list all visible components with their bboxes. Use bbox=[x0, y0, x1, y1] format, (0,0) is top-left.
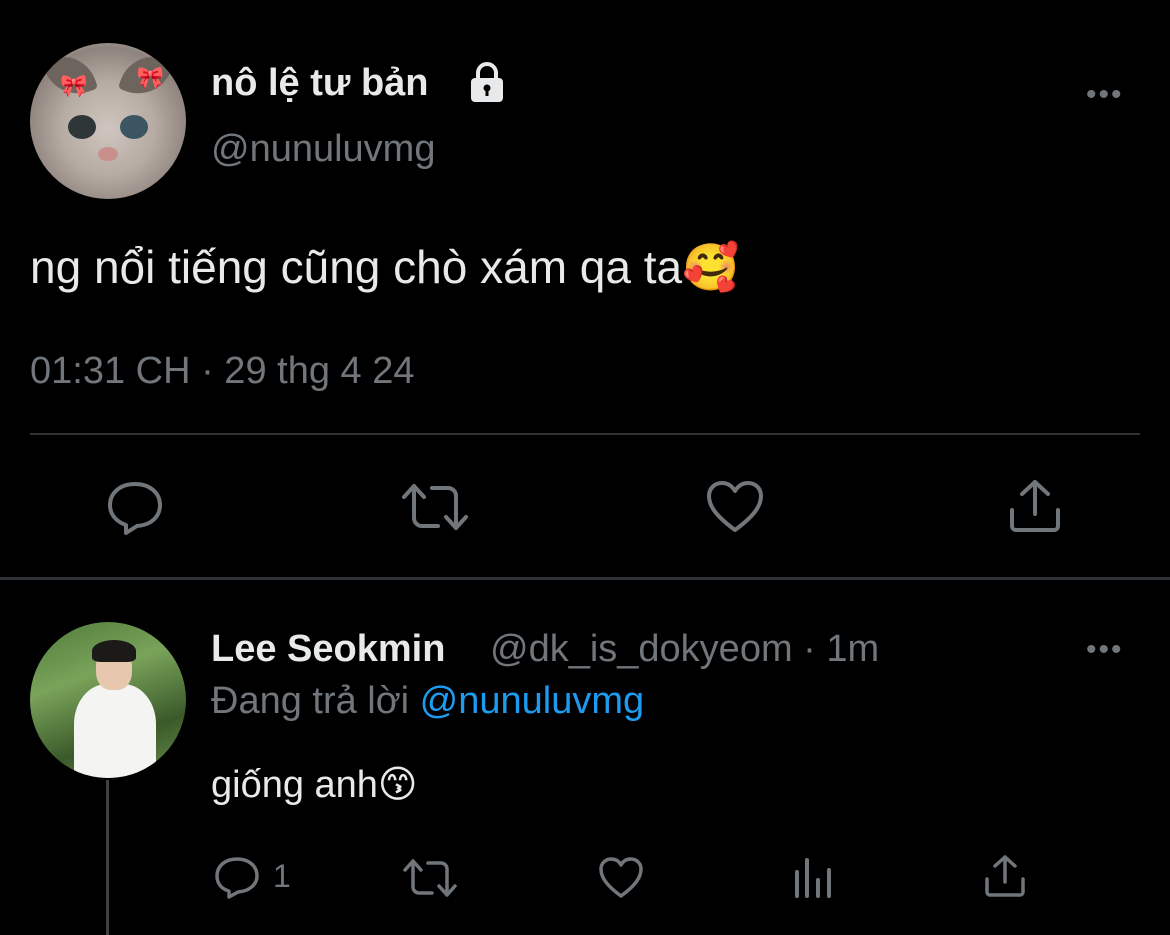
cat-nose bbox=[98, 147, 118, 161]
lock-icon bbox=[471, 62, 503, 102]
replying-mention-link[interactable]: @nunuluvmg bbox=[420, 680, 644, 722]
author-avatar[interactable]: 🎀 🎀 bbox=[30, 43, 186, 199]
like-icon[interactable] bbox=[706, 480, 764, 534]
divider bbox=[30, 433, 1140, 435]
reply-text: giống anh😙 bbox=[211, 764, 418, 806]
analytics-icon[interactable] bbox=[792, 858, 834, 898]
replying-to-line: Đang trả lời @nunuluvmg bbox=[211, 680, 644, 723]
share-icon[interactable] bbox=[1008, 478, 1062, 534]
cat-eye bbox=[68, 115, 96, 139]
reply-author-display-name[interactable]: Lee Seokmin bbox=[211, 628, 445, 671]
retweet-icon[interactable] bbox=[400, 482, 470, 532]
person-figure bbox=[74, 684, 156, 778]
author-handle[interactable]: @nunuluvmg bbox=[211, 128, 435, 171]
share-icon[interactable] bbox=[984, 854, 1026, 898]
retweet-icon[interactable] bbox=[402, 858, 458, 898]
tweet-timestamp[interactable]: 01:31 CH · 29 thg 4 24 bbox=[30, 350, 414, 393]
author-display-name[interactable]: nô lệ tư bản bbox=[211, 62, 429, 105]
person-figure bbox=[92, 640, 136, 662]
section-divider bbox=[0, 577, 1170, 580]
reply-icon[interactable] bbox=[106, 480, 164, 536]
thread-line bbox=[106, 780, 109, 935]
reply-count: 1 bbox=[273, 858, 291, 894]
bow-icon: 🎀 bbox=[136, 65, 164, 90]
reply-author-avatar[interactable] bbox=[30, 622, 186, 778]
bow-icon: 🎀 bbox=[60, 73, 88, 98]
replying-prefix: Đang trả lời bbox=[211, 680, 410, 722]
reply-icon[interactable] bbox=[214, 856, 260, 900]
reply-author-meta[interactable]: @dk_is_dokyeom · 1m bbox=[490, 628, 879, 671]
reply-more-options-button[interactable]: ••• bbox=[1086, 633, 1124, 667]
like-icon[interactable] bbox=[598, 856, 644, 900]
cat-eye bbox=[120, 115, 148, 139]
more-options-button[interactable]: ••• bbox=[1086, 78, 1124, 112]
tweet-text: ng nổi tiếng cũng chò xám qa ta🥰 bbox=[30, 241, 740, 293]
